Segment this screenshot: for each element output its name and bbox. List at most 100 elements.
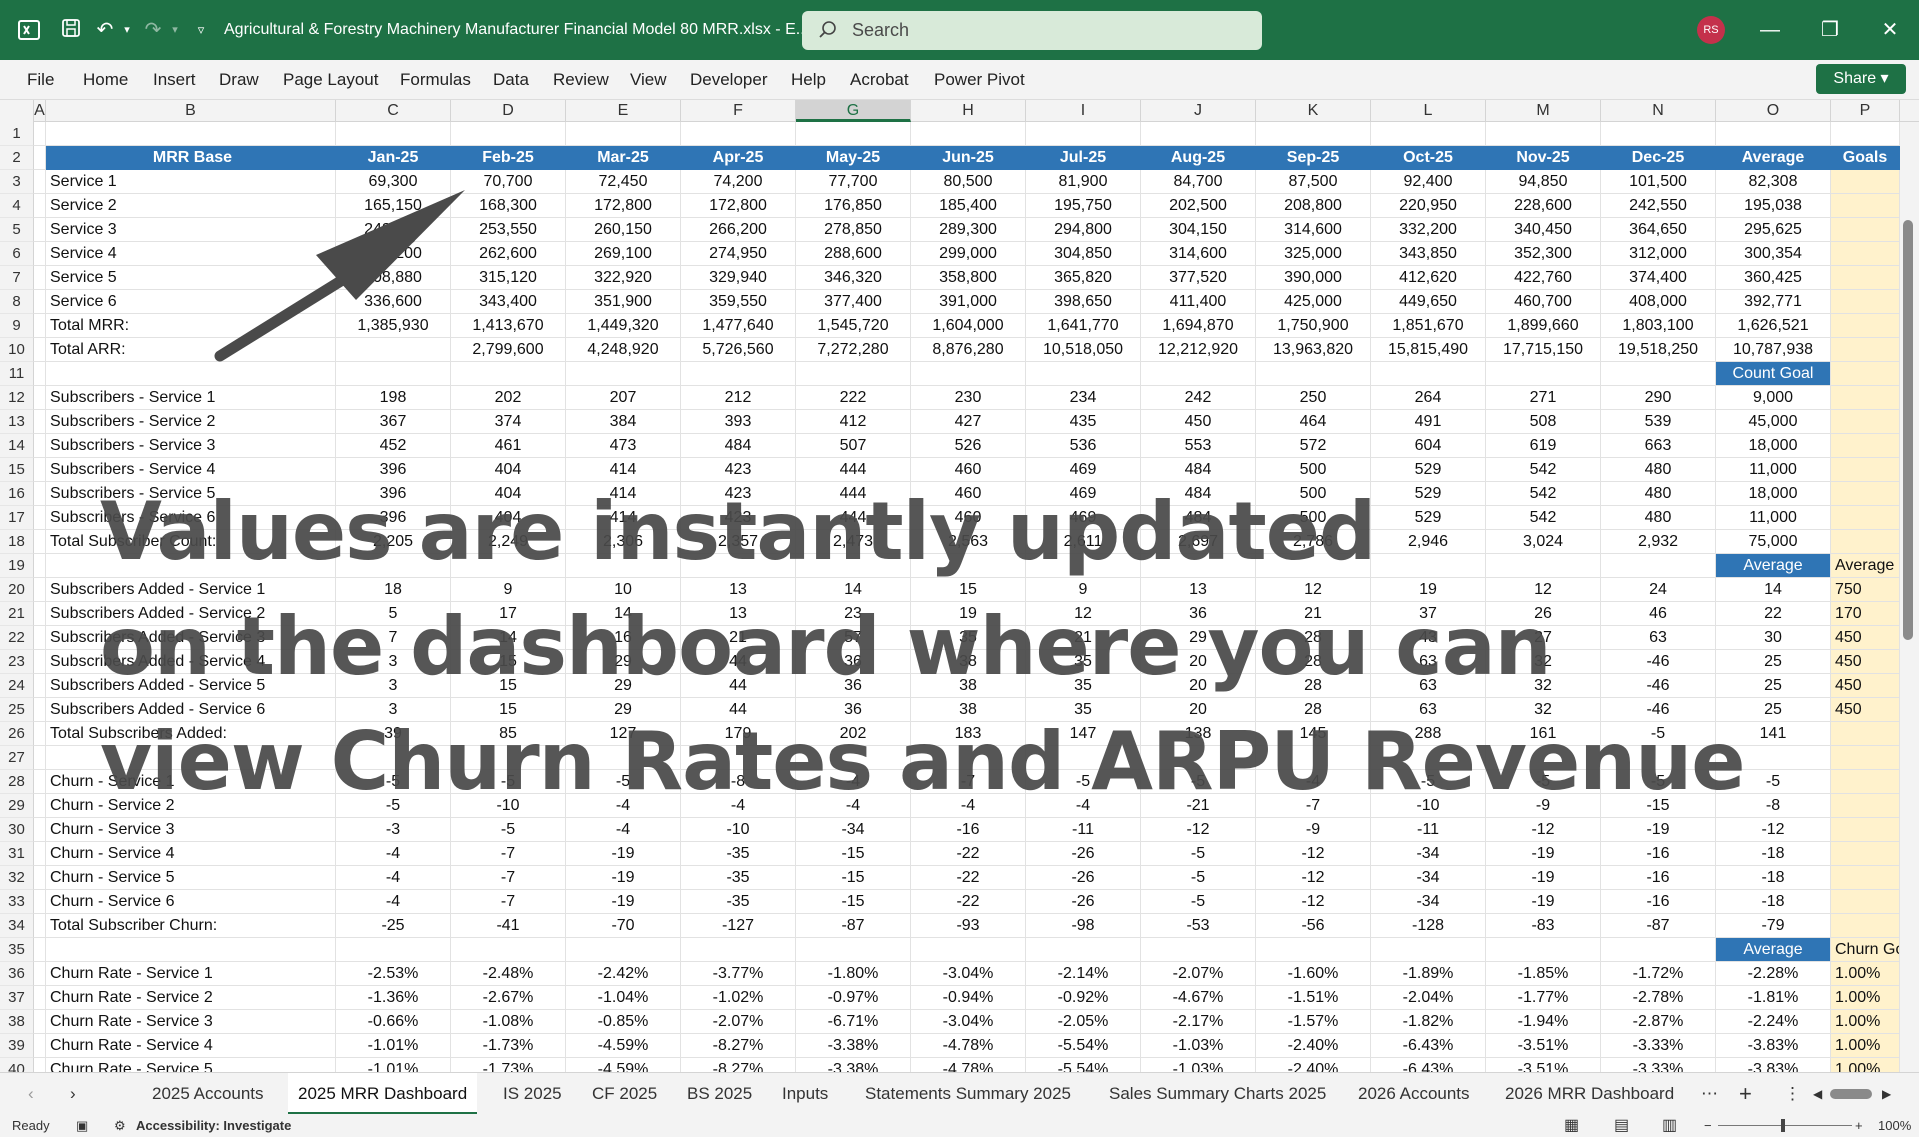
- cell[interactable]: 427: [911, 410, 1026, 434]
- cell[interactable]: [1831, 170, 1900, 194]
- cell[interactable]: -1.82%: [1371, 1010, 1486, 1034]
- cell[interactable]: -3.38%: [796, 1034, 911, 1058]
- cell[interactable]: 250: [1256, 386, 1371, 410]
- row-label[interactable]: Service 4: [46, 242, 336, 266]
- cell[interactable]: 9: [451, 578, 566, 602]
- cell[interactable]: [34, 386, 46, 410]
- cell[interactable]: 1,449,320: [566, 314, 681, 338]
- column-header-p[interactable]: P: [1831, 100, 1900, 122]
- cell[interactable]: May-25: [796, 146, 911, 170]
- cell[interactable]: 304,850: [1026, 242, 1141, 266]
- cell[interactable]: -35: [681, 866, 796, 890]
- cell[interactable]: 18,000: [1716, 434, 1831, 458]
- cell[interactable]: Churn Goal: [1831, 938, 1900, 962]
- cell[interactable]: 13,963,820: [1256, 338, 1371, 362]
- cell[interactable]: -2.42%: [566, 962, 681, 986]
- cell[interactable]: 422,760: [1486, 266, 1601, 290]
- cell[interactable]: -1.72%: [1601, 962, 1716, 986]
- cell[interactable]: 13: [681, 578, 796, 602]
- cell[interactable]: [34, 146, 46, 170]
- cell[interactable]: [34, 506, 46, 530]
- cell[interactable]: 92,400: [1371, 170, 1486, 194]
- cell[interactable]: -22: [911, 842, 1026, 866]
- cell[interactable]: [34, 1058, 46, 1072]
- cell[interactable]: [911, 362, 1026, 386]
- cell[interactable]: 45,000: [1716, 410, 1831, 434]
- cell[interactable]: 398,650: [1026, 290, 1141, 314]
- search-input[interactable]: Search: [802, 11, 1262, 50]
- cell[interactable]: 367: [336, 410, 451, 434]
- cell[interactable]: [1601, 122, 1716, 146]
- row-header-33[interactable]: 33: [0, 890, 34, 914]
- tab-statements-summary-2025[interactable]: Statements Summary 2025: [865, 1073, 1071, 1115]
- row-label[interactable]: MRR Base: [46, 146, 336, 170]
- cell[interactable]: -1.01%: [336, 1058, 451, 1072]
- cell[interactable]: 500: [1256, 458, 1371, 482]
- cell[interactable]: 10: [566, 578, 681, 602]
- row-label[interactable]: [46, 362, 336, 386]
- cell[interactable]: 222: [796, 386, 911, 410]
- cell[interactable]: 314,600: [1256, 218, 1371, 242]
- cell[interactable]: -3: [336, 818, 451, 842]
- zoom-slider-thumb[interactable]: [1781, 1119, 1785, 1132]
- cell[interactable]: -16: [1601, 890, 1716, 914]
- cell[interactable]: 435: [1026, 410, 1141, 434]
- cell[interactable]: 1,694,870: [1141, 314, 1256, 338]
- cell[interactable]: 8,876,280: [911, 338, 1026, 362]
- row-header-28[interactable]: 28: [0, 770, 34, 794]
- cell[interactable]: 12: [1256, 578, 1371, 602]
- cell[interactable]: [34, 578, 46, 602]
- cell[interactable]: 248,600: [336, 218, 451, 242]
- menu-developer[interactable]: Developer: [690, 60, 768, 100]
- tab-2026-mrr-dashboard[interactable]: 2026 MRR Dashboard: [1505, 1073, 1674, 1115]
- menu-formulas[interactable]: Formulas: [400, 60, 471, 100]
- cell[interactable]: 172,800: [681, 194, 796, 218]
- column-header-o[interactable]: O: [1716, 100, 1831, 122]
- cell[interactable]: -25: [336, 914, 451, 938]
- menu-data[interactable]: Data: [493, 60, 529, 100]
- row-header-18[interactable]: 18: [0, 530, 34, 554]
- cell[interactable]: [34, 314, 46, 338]
- cell[interactable]: 5,726,560: [681, 338, 796, 362]
- row-header-32[interactable]: 32: [0, 866, 34, 890]
- cell[interactable]: -4.59%: [566, 1034, 681, 1058]
- cell[interactable]: 529: [1371, 458, 1486, 482]
- cell[interactable]: -6.43%: [1371, 1058, 1486, 1072]
- row-header-8[interactable]: 8: [0, 290, 34, 314]
- cell[interactable]: -19: [1486, 866, 1601, 890]
- close-icon[interactable]: ✕: [1865, 0, 1915, 60]
- cell[interactable]: -127: [681, 914, 796, 938]
- cell[interactable]: 300,354: [1716, 242, 1831, 266]
- row-label[interactable]: Total Subscriber Churn:: [46, 914, 336, 938]
- cell[interactable]: [34, 218, 46, 242]
- cell[interactable]: 377,520: [1141, 266, 1256, 290]
- cell[interactable]: [34, 242, 46, 266]
- cell[interactable]: -0.94%: [911, 986, 1026, 1010]
- cell[interactable]: [681, 362, 796, 386]
- cell[interactable]: [1831, 866, 1900, 890]
- cell[interactable]: -4: [566, 818, 681, 842]
- cell[interactable]: -12: [1486, 818, 1601, 842]
- cell[interactable]: -1.03%: [1141, 1034, 1256, 1058]
- cell[interactable]: [34, 458, 46, 482]
- cell[interactable]: -3.51%: [1486, 1034, 1601, 1058]
- cell[interactable]: 278,850: [796, 218, 911, 242]
- cell[interactable]: -4: [336, 890, 451, 914]
- row-header-23[interactable]: 23: [0, 650, 34, 674]
- cell[interactable]: [1371, 122, 1486, 146]
- cell[interactable]: -15: [796, 866, 911, 890]
- cell[interactable]: [34, 866, 46, 890]
- cell[interactable]: -1.60%: [1256, 962, 1371, 986]
- row-header-4[interactable]: 4: [0, 194, 34, 218]
- cell[interactable]: -22: [911, 866, 1026, 890]
- cell[interactable]: -41: [451, 914, 566, 938]
- page-layout-view-icon[interactable]: ▤: [1614, 1114, 1629, 1137]
- cell[interactable]: [34, 530, 46, 554]
- tab-is-2025[interactable]: IS 2025: [503, 1073, 562, 1115]
- cell[interactable]: 101,500: [1601, 170, 1716, 194]
- menu-acrobat[interactable]: Acrobat: [850, 60, 909, 100]
- cell[interactable]: [1026, 122, 1141, 146]
- cell[interactable]: 185,400: [911, 194, 1026, 218]
- zoom-in-icon[interactable]: +: [1855, 1114, 1863, 1137]
- cell[interactable]: 1,899,660: [1486, 314, 1601, 338]
